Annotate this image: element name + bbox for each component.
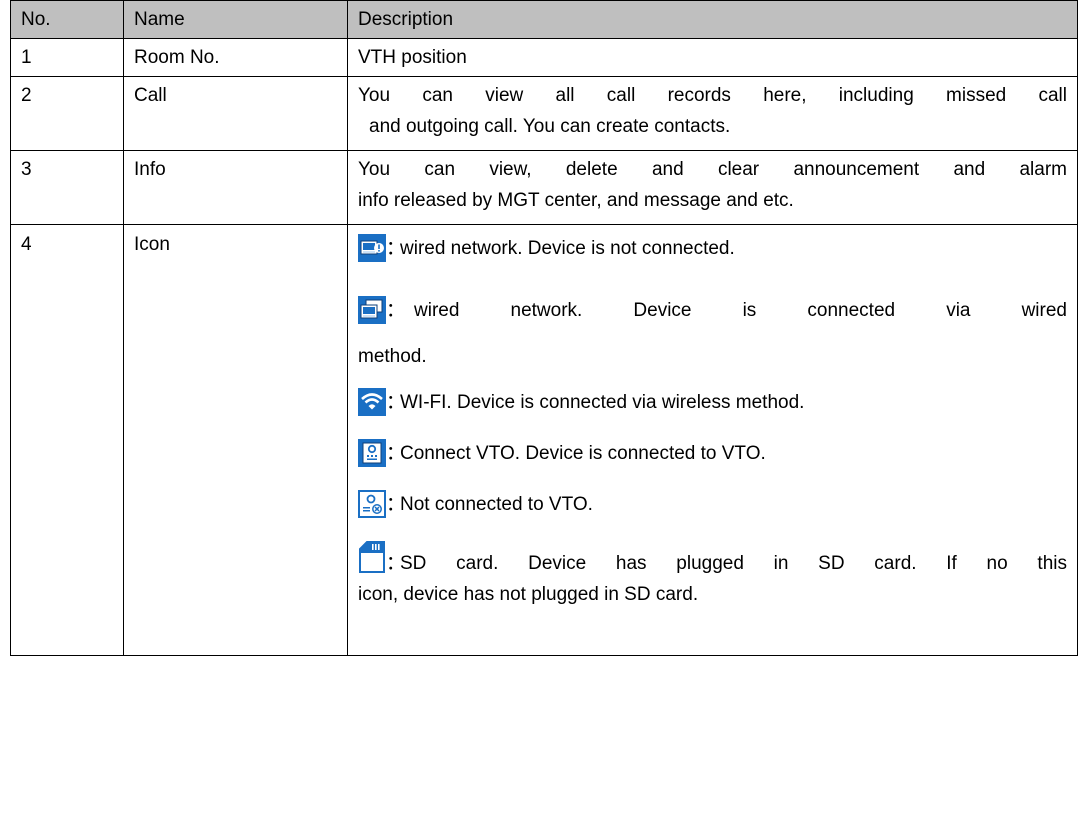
wired-network-disconnected-icon [358,234,386,262]
colon: ： [386,300,406,321]
cell-no: 4 [10,224,124,656]
table-row: 1 Room No. VTH position [10,38,1078,77]
cell-description: You can view, delete and clear announcem… [347,150,1078,225]
icon-description: wired network. Device is connected via w… [414,300,1067,321]
cell-name: Call [123,76,348,151]
icon-description: icon, device has not plugged in SD card. [358,584,699,605]
icon-description: method. [358,346,427,367]
header-no: No. [10,0,124,39]
description-line: You can view all call records here, incl… [358,85,1067,106]
description-line: and outgoing call. You can create contac… [369,116,731,137]
icon-legend-item: ： Not connected to VTO. [358,489,1067,520]
wired-network-connected-icon [358,296,386,324]
colon: ： [386,392,406,413]
icon-legend-item: ： Connect VTO. Device is connected to VT… [358,438,1067,469]
cell-name: Room No. [123,38,348,77]
cell-name: Info [123,150,348,225]
description-line: You can view, delete and clear announcem… [358,159,1067,180]
colon: ： [386,443,406,464]
vto-connected-icon [358,439,386,467]
icon-legend-item: ： WI-FI. Device is connected via wireles… [358,387,1067,418]
cell-description: You can view all call records here, incl… [347,76,1078,151]
icon-description: SD card. Device has plugged in SD card. … [400,553,1067,574]
table-row: 4 Icon ： wired network. Device is not co… [10,224,1078,656]
vto-disconnected-icon [358,490,386,518]
header-description: Description [347,0,1078,39]
header-name: Name [123,0,348,39]
icon-legend-item: ： SD card. Device has plugged in SD card… [358,540,1067,610]
icon-description: Not connected to VTO. [400,494,593,515]
cell-no: 2 [10,76,124,151]
colon: ： [386,494,406,515]
wifi-icon [358,388,386,416]
icon-legend-item: ： wired network. Device is not connected… [358,233,1067,264]
cell-no: 3 [10,150,124,225]
cell-name: Icon [123,224,348,656]
icon-legend-item: ： wired network. Device is connected via… [358,295,1067,372]
table-row: 3 Info You can view, delete and clear an… [10,150,1078,225]
cell-icon-legend: ： wired network. Device is not connected… [347,224,1078,656]
description-line: info released by MGT center, and message… [358,190,794,211]
cell-no: 1 [10,38,124,77]
table-row: 2 Call You can view all call records her… [10,76,1078,151]
colon: ： [386,553,406,574]
colon: ： [386,238,406,259]
cell-description: VTH position [347,38,1078,77]
header-row: No. Name Description [10,0,1078,39]
icon-description: Connect VTO. Device is connected to VTO. [400,443,766,464]
description-table: No. Name Description 1 Room No. VTH posi… [10,0,1078,656]
icon-description: WI-FI. Device is connected via wireless … [400,392,805,413]
sd-card-icon [358,541,386,573]
icon-description: wired network. Device is not connected. [400,238,735,259]
